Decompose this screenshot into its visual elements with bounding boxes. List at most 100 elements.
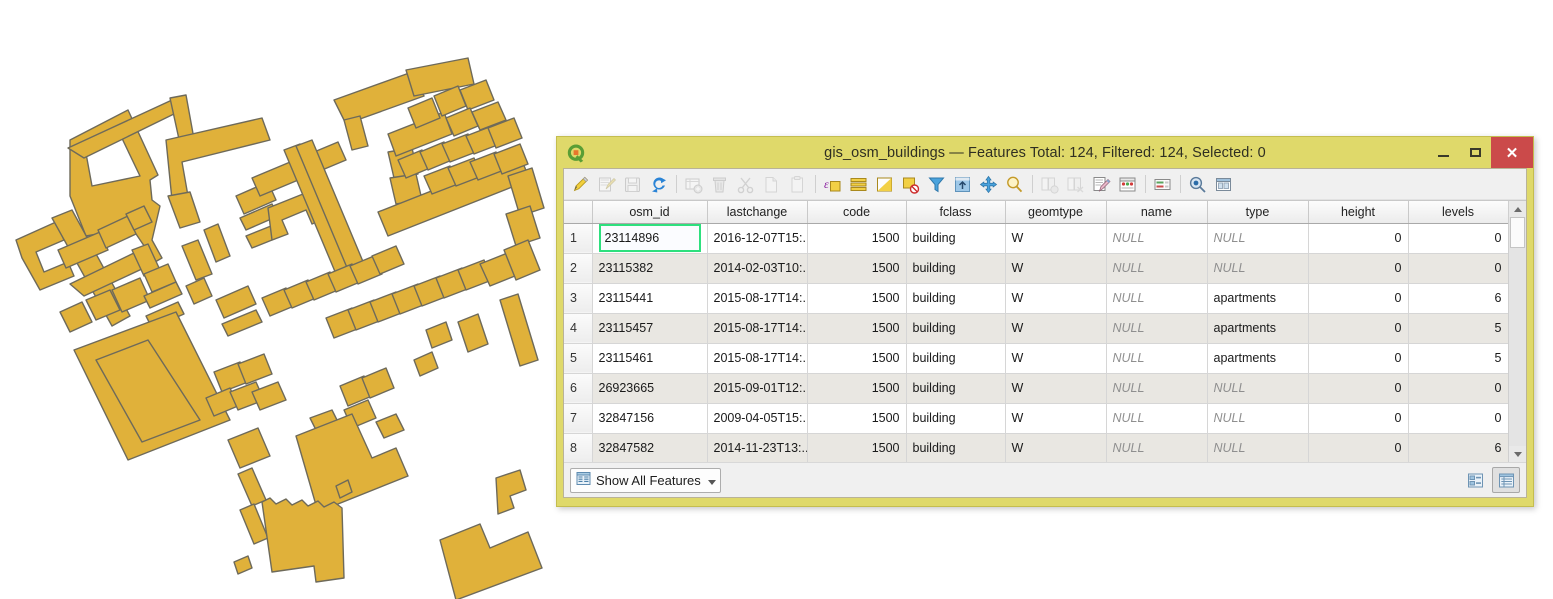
show-all-features-button[interactable]: Show All Features — [570, 467, 721, 493]
cell-height[interactable]: 0 — [1308, 373, 1409, 404]
cell-name[interactable]: NULL — [1106, 343, 1208, 374]
table-row[interactable]: 8 32847582 2014-11-23T13:... 1500 building W N… — [564, 433, 1508, 462]
cell-levels[interactable]: 0 — [1408, 253, 1508, 284]
row-number[interactable]: 3 — [564, 283, 593, 314]
table-row[interactable]: 7 32847156 2009-04-05T15:... 1500 building W N… — [564, 403, 1508, 434]
delete-feature-icon[interactable] — [708, 173, 731, 196]
cell-lastchange[interactable]: 2009-04-05T15:... — [707, 403, 808, 434]
move-selection-to-top-icon[interactable] — [951, 173, 974, 196]
table-row[interactable]: 1 23114896 2016-12-07T15:... 1500 building W N… — [564, 223, 1508, 254]
cell-osm_id[interactable]: 23115457 — [592, 313, 708, 344]
cell-geomtype[interactable]: W — [1005, 403, 1107, 434]
open-field-calculator-icon[interactable] — [1090, 173, 1113, 196]
cell-name[interactable]: NULL — [1106, 253, 1208, 284]
cell-osm_id[interactable]: 32847582 — [592, 433, 708, 462]
cell-fclass[interactable]: building — [906, 313, 1006, 344]
scrollbar-thumb[interactable] — [1510, 217, 1525, 248]
new-column-icon[interactable] — [1038, 173, 1061, 196]
attribute-table-window[interactable]: gis_osm_buildings — Features Total: 124,… — [556, 136, 1534, 507]
cell-osm_id[interactable]: 23115441 — [592, 283, 708, 314]
cell-code[interactable]: 1500 — [807, 253, 907, 284]
form-view-button[interactable] — [1461, 467, 1489, 493]
cell-type[interactable]: apartments — [1207, 283, 1309, 314]
filter-icon[interactable] — [925, 173, 948, 196]
cell-geomtype[interactable]: W — [1005, 433, 1107, 462]
scroll-down-arrow-icon[interactable] — [1509, 446, 1526, 462]
column-header-fclass[interactable]: fclass — [906, 201, 1006, 224]
conditional-formatting-icon[interactable] — [1116, 173, 1139, 196]
cell-code[interactable]: 1500 — [807, 313, 907, 344]
cell-height[interactable]: 0 — [1308, 253, 1409, 284]
copy-features-icon[interactable] — [760, 173, 783, 196]
row-number[interactable]: 1 — [564, 223, 593, 254]
window-titlebar[interactable]: gis_osm_buildings — Features Total: 124,… — [557, 137, 1533, 168]
cell-type[interactable]: apartments — [1207, 343, 1309, 374]
cell-type[interactable]: NULL — [1207, 403, 1309, 434]
cell-height[interactable]: 0 — [1308, 403, 1409, 434]
cell-lastchange[interactable]: 2015-09-01T12:... — [707, 373, 808, 404]
zoom-to-selected-icon[interactable] — [1003, 173, 1026, 196]
cell-geomtype[interactable]: W — [1005, 223, 1107, 254]
row-number[interactable]: 7 — [564, 403, 593, 434]
cell-levels[interactable]: 0 — [1408, 223, 1508, 254]
cell-type[interactable]: apartments — [1207, 313, 1309, 344]
table-scroll-area[interactable]: osm_id lastchange code fclass geomtype name ty… — [564, 201, 1508, 462]
cell-levels[interactable]: 5 — [1408, 343, 1508, 374]
save-layer-icon[interactable] — [621, 173, 644, 196]
vertical-scrollbar[interactable] — [1508, 201, 1526, 462]
row-number[interactable]: 6 — [564, 373, 593, 404]
cell-height[interactable]: 0 — [1308, 313, 1409, 344]
cell-height[interactable]: 0 — [1308, 223, 1409, 254]
cell-name[interactable]: NULL — [1106, 283, 1208, 314]
cell-fclass[interactable]: building — [906, 433, 1006, 462]
cell-code[interactable]: 1500 — [807, 433, 907, 462]
cell-geomtype[interactable]: W — [1005, 283, 1107, 314]
close-button[interactable]: ✕ — [1491, 137, 1533, 168]
cell-fclass[interactable]: building — [906, 403, 1006, 434]
column-header-type[interactable]: type — [1207, 201, 1309, 224]
cell-lastchange[interactable]: 2015-08-17T14:... — [707, 283, 808, 314]
cell-name[interactable]: NULL — [1106, 373, 1208, 404]
cell-fclass[interactable]: building — [906, 223, 1006, 254]
cell-lastchange[interactable]: 2016-12-07T15:... — [707, 223, 808, 254]
cell-type[interactable]: NULL — [1207, 223, 1309, 254]
cell-osm_id[interactable]: 23115461 — [592, 343, 708, 374]
zoom-actions-icon[interactable] — [1186, 173, 1209, 196]
add-feature-icon[interactable] — [682, 173, 705, 196]
cell-geomtype[interactable]: W — [1005, 253, 1107, 284]
cell-fclass[interactable]: building — [906, 343, 1006, 374]
cell-code[interactable]: 1500 — [807, 283, 907, 314]
column-header-geomtype[interactable]: geomtype — [1005, 201, 1107, 224]
cell-name[interactable]: NULL — [1106, 223, 1208, 254]
select-by-expression-icon[interactable]: ε — [821, 173, 844, 196]
save-edits-icon[interactable] — [595, 173, 618, 196]
cell-levels[interactable]: 0 — [1408, 373, 1508, 404]
table-row[interactable]: 4 23115457 2015-08-17T14:... 1500 building W N… — [564, 313, 1508, 344]
row-number[interactable]: 8 — [564, 433, 593, 462]
column-header-lastchange[interactable]: lastchange — [707, 201, 808, 224]
cell-height[interactable]: 0 — [1308, 283, 1409, 314]
cell-name[interactable]: NULL — [1106, 313, 1208, 344]
row-number[interactable]: 4 — [564, 313, 593, 344]
table-row[interactable]: 5 23115461 2015-08-17T14:... 1500 building W N… — [564, 343, 1508, 374]
cell-type[interactable]: NULL — [1207, 253, 1309, 284]
minimize-button[interactable] — [1427, 137, 1459, 168]
map-canvas[interactable] — [0, 0, 556, 599]
column-header-height[interactable]: height — [1308, 201, 1409, 224]
cell-osm_id[interactable]: 23114896 — [592, 223, 708, 254]
table-row[interactable]: 3 23115441 2015-08-17T14:... 1500 building W N… — [564, 283, 1508, 314]
cell-fclass[interactable]: building — [906, 373, 1006, 404]
delete-column-icon[interactable] — [1064, 173, 1087, 196]
cell-levels[interactable]: 0 — [1408, 403, 1508, 434]
cell-levels[interactable]: 5 — [1408, 313, 1508, 344]
cell-lastchange[interactable]: 2015-08-17T14:... — [707, 313, 808, 344]
pan-to-selected-icon[interactable] — [977, 173, 1000, 196]
scroll-up-arrow-icon[interactable] — [1509, 201, 1526, 217]
column-header-name[interactable]: name — [1106, 201, 1208, 224]
cell-geomtype[interactable]: W — [1005, 313, 1107, 344]
attribute-table[interactable]: osm_id lastchange code fclass geomtype name ty… — [564, 201, 1508, 462]
select-all-icon[interactable] — [847, 173, 870, 196]
column-header-levels[interactable]: levels — [1408, 201, 1508, 224]
cut-features-icon[interactable] — [734, 173, 757, 196]
cell-height[interactable]: 0 — [1308, 343, 1409, 374]
